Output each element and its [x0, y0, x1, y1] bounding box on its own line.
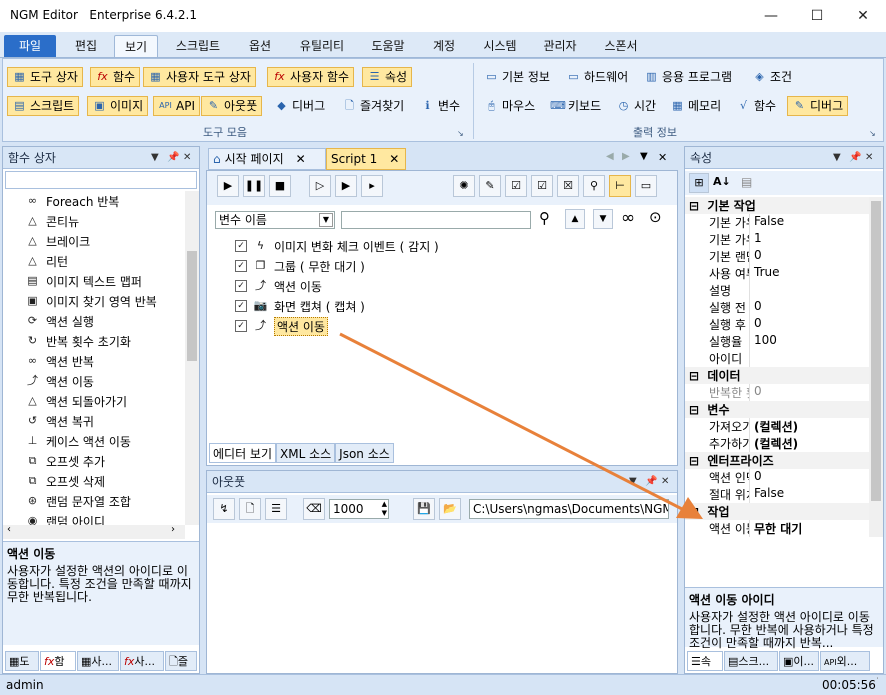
annotation-arrow — [339, 332, 703, 519]
status-time: 00:05:56 — [822, 678, 876, 692]
status-user: admin — [6, 678, 44, 692]
resize-grip-icon[interactable]: ⋰ — [870, 677, 879, 687]
status-bar: admin 00:05:56 ⋰ — [0, 674, 886, 695]
